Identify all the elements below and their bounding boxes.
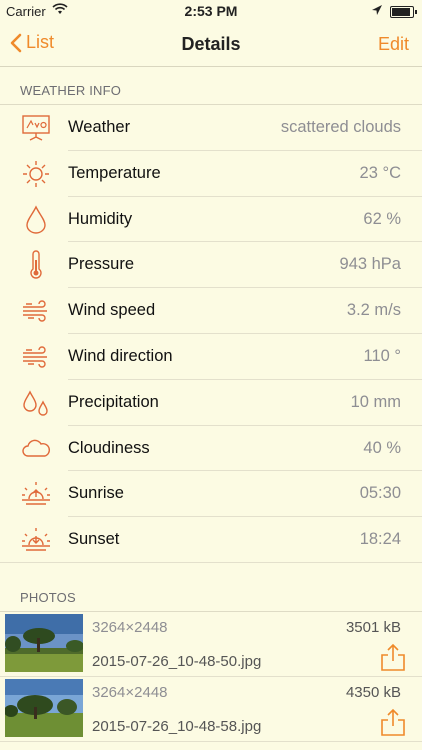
back-button[interactable]: List — [10, 32, 54, 53]
row-label: Cloudiness — [68, 438, 150, 457]
rain-drops-icon — [23, 390, 48, 416]
sunset-icon — [22, 528, 50, 551]
row-value: 110 ° — [363, 346, 402, 365]
row-label: Precipitation — [68, 392, 159, 411]
row-value: 40 % — [363, 438, 401, 457]
wind-icon — [23, 300, 47, 322]
photo-size: 3501 kB — [345, 619, 401, 636]
row-value: 18:24 — [359, 530, 401, 549]
weather-row[interactable]: Weather scattered clouds — [0, 105, 422, 151]
chevron-left-icon — [10, 33, 22, 52]
wind-speed-row[interactable]: Wind speed 3.2 m/s — [0, 288, 422, 334]
sunrise-row[interactable]: Sunrise 05:30 — [0, 471, 422, 518]
temperature-row[interactable]: Temperature 23 °C — [0, 151, 422, 197]
photo-dimensions: 3264×2448 — [92, 684, 168, 701]
cloud-icon — [22, 439, 51, 457]
humidity-row[interactable]: Humidity 62 % — [0, 197, 422, 243]
row-label: Wind speed — [68, 301, 156, 320]
pressure-row[interactable]: Pressure 943 hPa — [0, 242, 422, 289]
photo-filename: 2015-07-26_10-48-50.jpg — [92, 653, 262, 670]
drop-icon — [26, 205, 46, 234]
row-value: 23 °C — [359, 163, 401, 182]
row-label: Wind direction — [68, 346, 173, 365]
row-value: 10 mm — [350, 392, 401, 411]
page-title: Details — [181, 34, 241, 54]
row-value: 05:30 — [359, 484, 401, 503]
sunset-row[interactable]: Sunset 18:24 — [0, 517, 422, 563]
share-icon[interactable] — [378, 642, 408, 672]
photo-row[interactable]: 3264×2448 3501 kB 2015-07-26_10-48-50.jp… — [0, 612, 422, 677]
cloudiness-row[interactable]: Cloudiness 40 % — [0, 426, 422, 472]
sunrise-icon — [22, 482, 50, 506]
row-label: Temperature — [68, 163, 161, 182]
row-value: 3.2 m/s — [346, 301, 401, 320]
location-arrow-icon — [372, 4, 382, 19]
row-label: Sunset — [68, 530, 120, 549]
row-label: Pressure — [68, 255, 135, 274]
edit-button[interactable]: Edit — [378, 34, 409, 55]
wind-icon — [23, 346, 47, 368]
photo-thumbnail — [5, 679, 83, 737]
status-bar: Carrier 2:53 PM — [0, 0, 422, 22]
share-icon[interactable] — [378, 707, 408, 737]
photo-row[interactable]: 3264×2448 4350 kB 2015-07-26_10-48-58.jp… — [0, 677, 422, 742]
precipitation-row[interactable]: Precipitation 10 mm — [0, 380, 422, 426]
photo-size: 4350 kB — [345, 684, 401, 701]
photos-list: 3264×2448 3501 kB 2015-07-26_10-48-50.jp… — [0, 611, 422, 742]
sun-icon — [23, 160, 49, 187]
wind-direction-row[interactable]: Wind direction 110 ° — [0, 334, 422, 380]
weather-list: Weather scattered clouds Temperature 23 … — [0, 104, 422, 563]
weather-board-icon — [22, 115, 50, 141]
row-value: 943 hPa — [339, 255, 401, 274]
row-label: Weather — [68, 118, 131, 136]
battery-icon — [390, 6, 417, 18]
navigation-bar: List Details Edit — [0, 22, 422, 67]
photo-filename: 2015-07-26_10-48-58.jpg — [92, 718, 262, 735]
photos-section-header: PHOTOS — [20, 590, 76, 605]
row-label: Sunrise — [68, 484, 124, 503]
row-label: Humidity — [68, 209, 133, 228]
divider — [0, 561, 422, 563]
photo-thumbnail — [5, 614, 83, 672]
status-time: 2:53 PM — [184, 3, 238, 19]
photo-dimensions: 3264×2448 — [92, 619, 168, 636]
weather-section-header: WEATHER INFO — [20, 83, 122, 98]
back-label: List — [26, 32, 55, 52]
thermometer-icon — [30, 250, 42, 280]
row-value: scattered clouds — [280, 118, 401, 136]
row-value: 62 % — [363, 209, 401, 228]
